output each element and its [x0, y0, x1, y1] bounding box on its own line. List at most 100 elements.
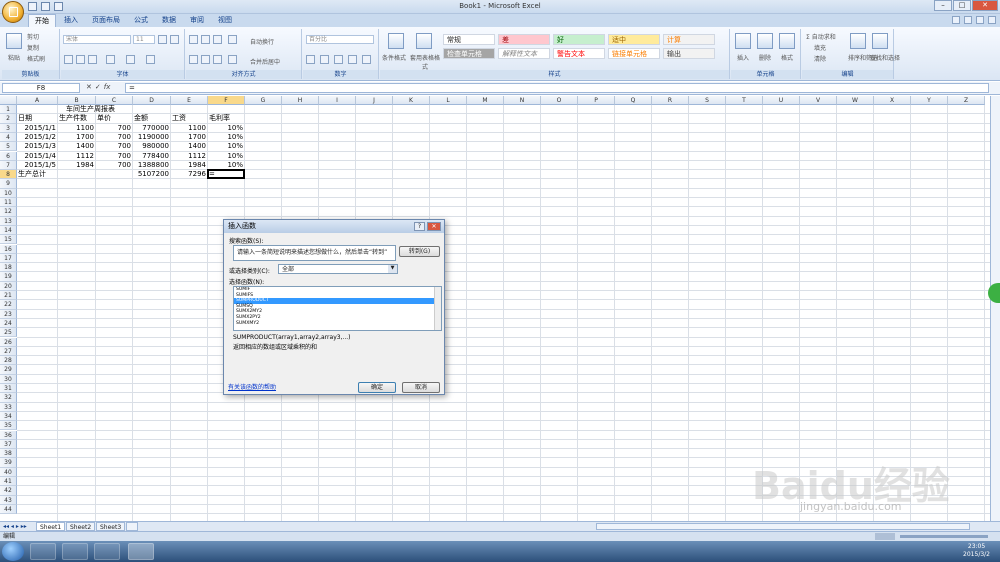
find-select-icon[interactable] [872, 33, 888, 49]
cell[interactable]: 1984 [172, 161, 206, 170]
row-header[interactable]: 25 [0, 328, 17, 338]
cell[interactable]: 5107200 [134, 170, 169, 179]
name-box[interactable]: F8 [2, 83, 80, 93]
cell[interactable]: 700 [97, 133, 131, 142]
fill-button[interactable]: 填充 [814, 43, 826, 52]
row-header[interactable]: 12 [0, 207, 17, 217]
row-header[interactable]: 35 [0, 421, 17, 431]
row-header[interactable]: 40 [0, 467, 17, 477]
maximize-button[interactable]: □ [953, 0, 971, 11]
row-header[interactable]: 8 [0, 170, 17, 180]
delete-cells-icon[interactable] [757, 33, 773, 49]
formula-input[interactable]: = [125, 83, 989, 93]
cell[interactable]: 700 [97, 161, 131, 170]
zoom-slider[interactable] [900, 535, 988, 538]
fill-color-icon[interactable] [126, 55, 135, 64]
row-header[interactable]: 30 [0, 374, 17, 384]
copy-button[interactable]: 复制 [27, 43, 39, 52]
column-header[interactable]: H [282, 96, 319, 105]
sheet-tab-1[interactable]: Sheet1 [36, 522, 66, 531]
ribbon-restore-icon[interactable] [976, 16, 984, 24]
dialog-help-icon[interactable]: ? [414, 222, 425, 231]
column-header[interactable]: Z [948, 96, 985, 105]
column-header[interactable]: T [726, 96, 763, 105]
cell[interactable]: 工资 [172, 114, 206, 123]
help-link[interactable]: 有关该函数的帮助 [228, 382, 276, 391]
cell[interactable]: 日期 [18, 114, 56, 123]
column-header[interactable]: K [393, 96, 430, 105]
cell[interactable]: 1984 [59, 161, 94, 170]
sheet-title[interactable]: 车间生产周报表 [66, 105, 115, 114]
row-header[interactable]: 19 [0, 272, 17, 282]
cell[interactable]: 700 [97, 152, 131, 161]
column-header[interactable]: Y [911, 96, 948, 105]
font-size-select[interactable]: 11 [133, 35, 155, 44]
cell[interactable]: 1400 [172, 142, 206, 151]
row-header[interactable]: 1 [0, 105, 17, 115]
style-check[interactable]: 检查单元格 [443, 48, 495, 59]
column-header[interactable]: L [430, 96, 467, 105]
row-header[interactable]: 10 [0, 188, 17, 198]
sheet-nav-icons[interactable]: ◂◂ ◂ ▸ ▸▸ [3, 523, 27, 530]
align-top-icon[interactable] [189, 35, 198, 44]
row-header[interactable]: 36 [0, 430, 17, 440]
cell[interactable]: 10% [209, 152, 243, 161]
column-header[interactable]: X [874, 96, 911, 105]
cell[interactable]: 10% [209, 124, 243, 133]
active-cell-selection[interactable] [207, 169, 245, 180]
cell[interactable]: 毛利率 [209, 114, 243, 123]
insert-cells-icon[interactable] [735, 33, 751, 49]
cell[interactable]: 金额 [134, 114, 169, 123]
format-cells-button[interactable]: 格式 [781, 53, 793, 62]
ok-button[interactable]: 确定 [358, 382, 396, 393]
tab-data[interactable]: 数据 [156, 14, 182, 27]
style-output[interactable]: 输出 [663, 48, 715, 59]
cell[interactable]: 700 [97, 142, 131, 151]
cell[interactable]: 1112 [172, 152, 206, 161]
column-header[interactable]: O [541, 96, 578, 105]
percent-icon[interactable] [320, 55, 329, 64]
format-painter-button[interactable]: 格式刷 [27, 54, 45, 63]
style-linked[interactable]: 链接单元格 [608, 48, 660, 59]
wrap-text-button[interactable]: 自动换行 [250, 37, 274, 46]
tab-insert[interactable]: 插入 [58, 14, 84, 27]
row-header[interactable]: 14 [0, 225, 17, 236]
tab-review[interactable]: 审阅 [184, 14, 210, 27]
search-function-input[interactable]: 请输入一条简短说明来描述您想做什么，然后单击“转到” [233, 245, 396, 261]
row-header[interactable]: 28 [0, 356, 17, 366]
merge-center-button[interactable]: 合并后居中 [250, 57, 280, 66]
column-header[interactable]: C [96, 96, 133, 105]
format-table-icon[interactable] [416, 33, 432, 49]
conditional-format-icon[interactable] [388, 33, 404, 49]
row-header[interactable]: 44 [0, 504, 17, 515]
minimize-button[interactable]: – [934, 0, 952, 11]
row-header[interactable]: 13 [0, 216, 17, 226]
row-header[interactable]: 39 [0, 458, 17, 468]
conditional-format-button[interactable]: 条件格式 [382, 53, 406, 62]
row-header[interactable]: 38 [0, 449, 17, 459]
style-bad[interactable]: 差 [498, 34, 550, 45]
row-header[interactable]: 24 [0, 318, 17, 329]
row-header[interactable]: 15 [0, 235, 17, 245]
new-sheet-icon[interactable] [126, 522, 138, 531]
row-header[interactable]: 22 [0, 300, 17, 310]
cut-button[interactable]: 剪切 [27, 32, 39, 41]
column-header[interactable]: M [467, 96, 504, 105]
row-header[interactable]: 3 [0, 123, 17, 133]
align-center-icon[interactable] [201, 55, 210, 64]
cell[interactable]: 700 [97, 124, 131, 133]
cell[interactable]: 10% [209, 142, 243, 151]
row-header[interactable]: 6 [0, 151, 17, 161]
column-header[interactable]: R [652, 96, 689, 105]
cell[interactable]: 2015/1/1 [18, 124, 56, 133]
row-header[interactable]: 37 [0, 439, 17, 450]
row-header[interactable]: 42 [0, 486, 17, 496]
clear-button[interactable]: 清除 [814, 54, 826, 63]
row-header[interactable]: 5 [0, 142, 17, 152]
underline-icon[interactable] [88, 55, 97, 64]
column-header[interactable]: A [17, 96, 58, 105]
row-header[interactable]: 21 [0, 291, 17, 301]
autosum-button[interactable]: Σ 自动求和 [806, 32, 836, 41]
column-header[interactable]: E [171, 96, 208, 105]
format-cells-icon[interactable] [779, 33, 795, 49]
